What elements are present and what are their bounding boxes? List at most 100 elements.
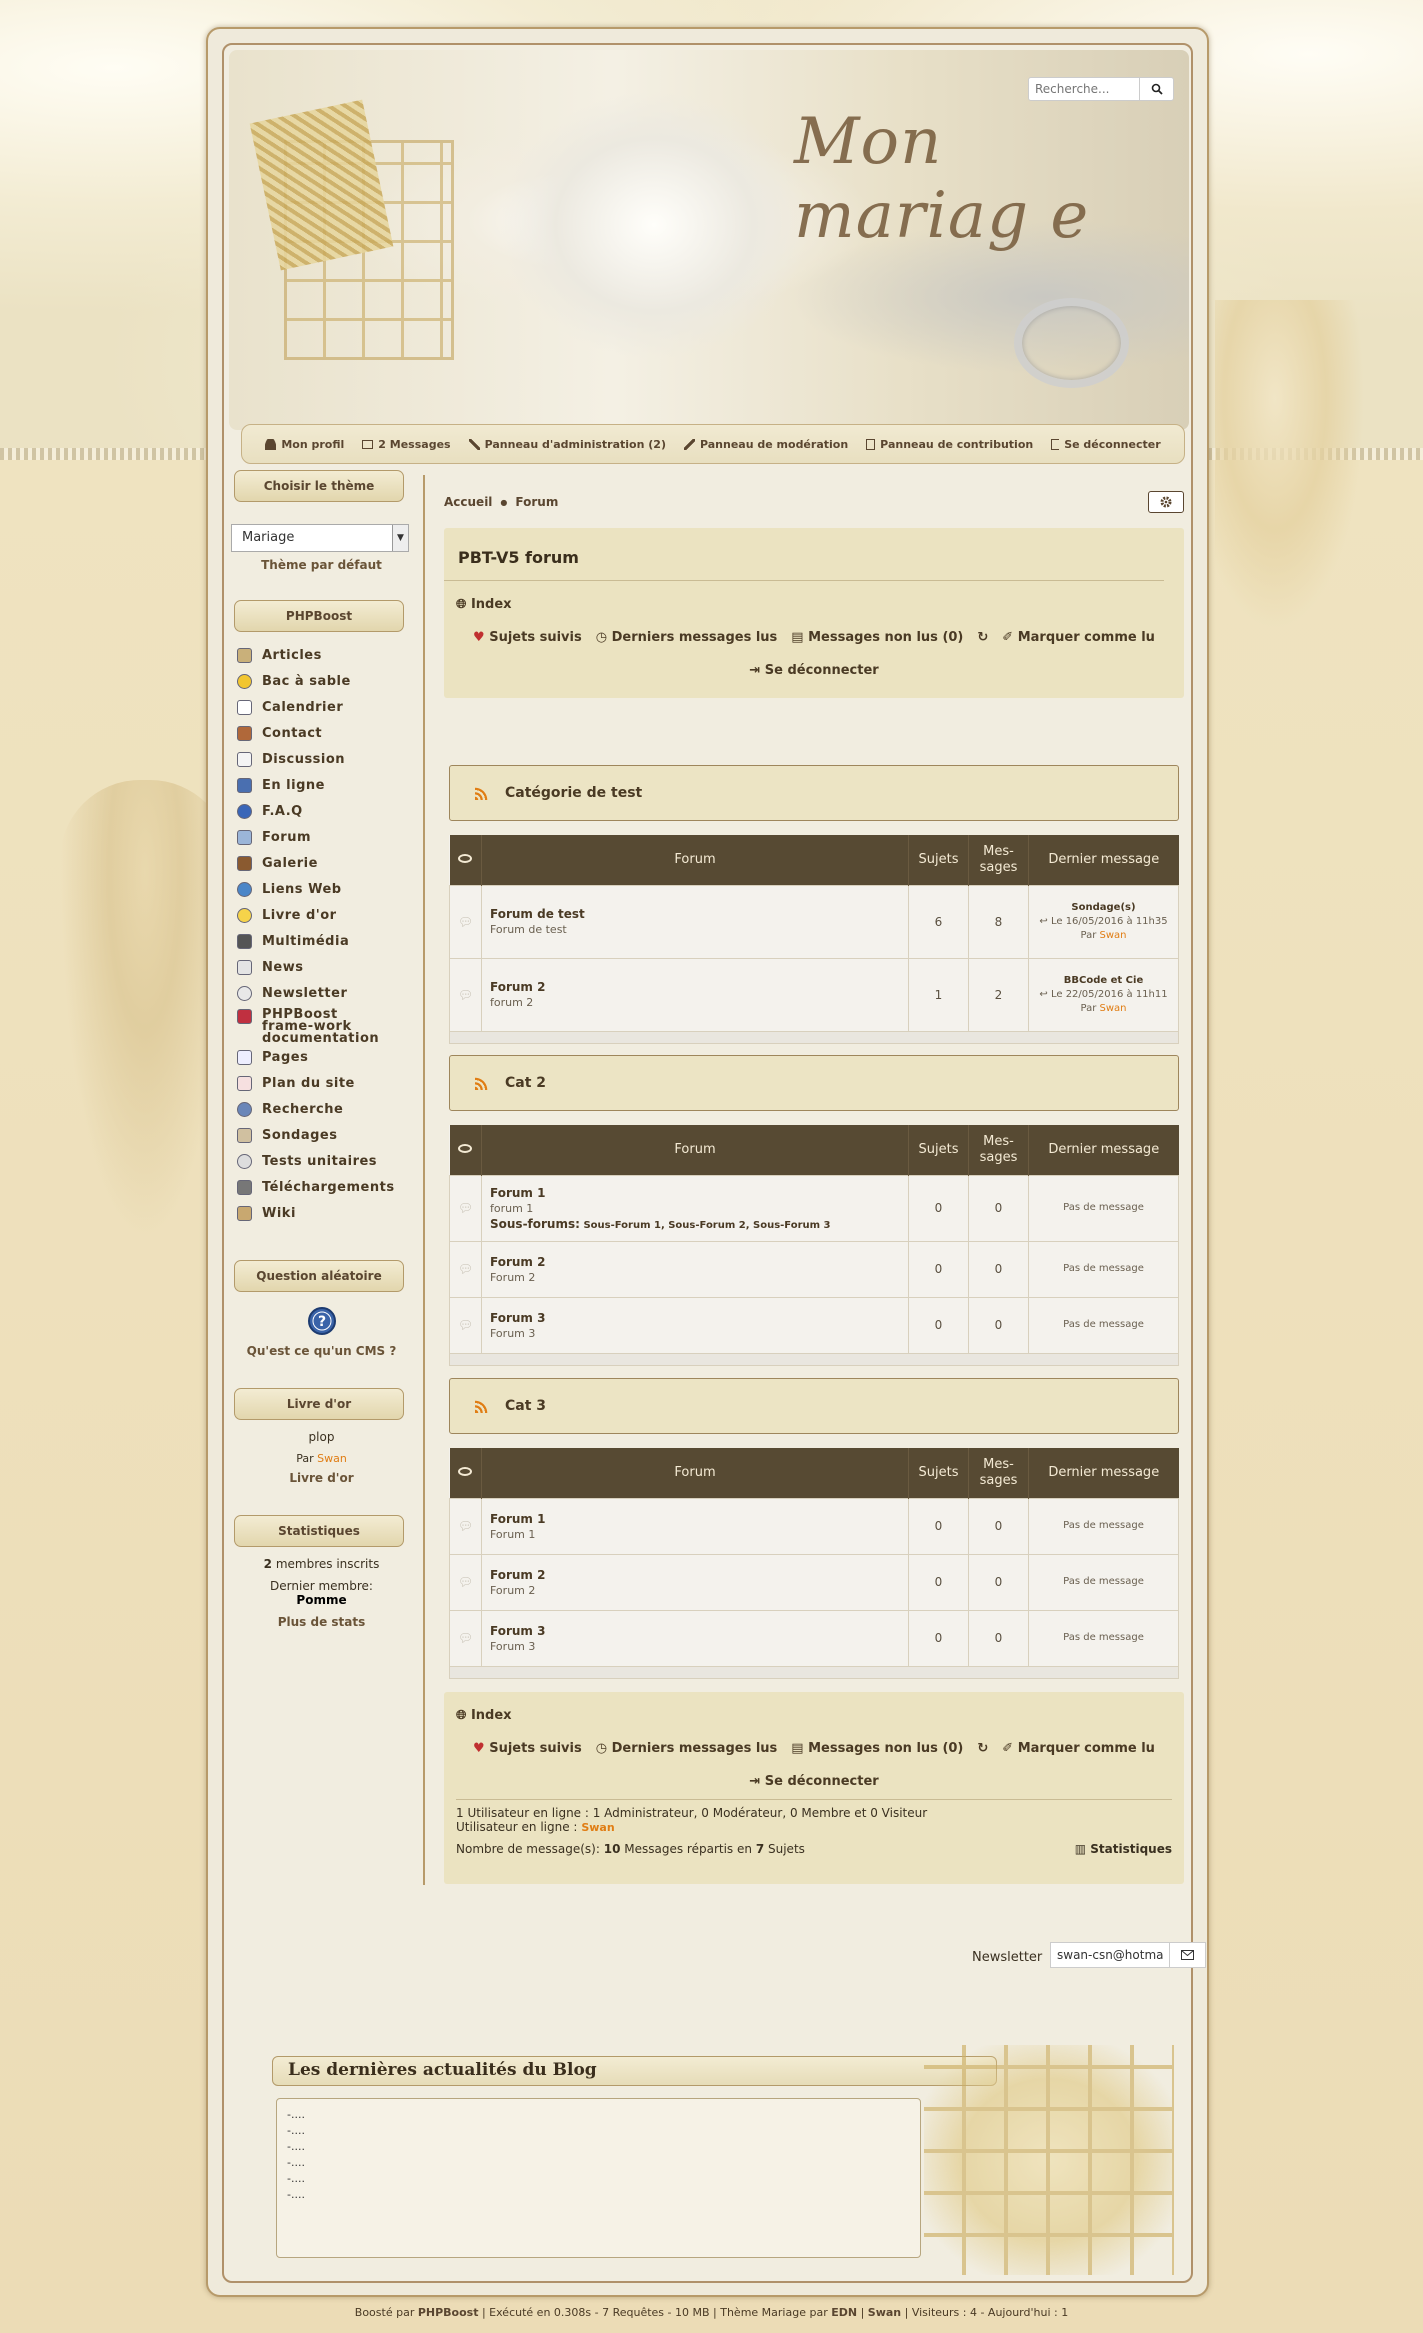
subforums-list[interactable]: Sous-Forum 1, Sous-Forum 2, Sous-Forum 3 [583, 1220, 830, 1231]
forum-name[interactable]: Forum de test [490, 907, 908, 921]
menu-item-gallery[interactable]: Galerie [234, 850, 409, 876]
forum-name[interactable]: Forum 3 [490, 1624, 908, 1638]
forum-name[interactable]: Forum 2 [490, 1255, 908, 1269]
online-users-label: Utilisateur en ligne : [456, 1820, 578, 1834]
forum-name[interactable]: Forum 1 [490, 1186, 908, 1200]
menu-item-news[interactable]: News [234, 954, 409, 980]
menu-item-framework-doc[interactable]: PHPBoost frame-work documentation [234, 1006, 409, 1045]
more-stats-link[interactable]: Plus de stats [234, 1615, 409, 1629]
last-message-title[interactable]: Sondage(s) [1071, 902, 1135, 913]
table-row[interactable]: 💬︎ Forum 3 Forum 3 0 0 Pas de message [449, 1609, 1179, 1667]
table-row[interactable]: 💬︎ Forum 3 Forum 3 0 0 Pas de message [449, 1296, 1179, 1354]
table-row[interactable]: 💬︎ Forum 2 Forum 2 0 0 Pas de message [449, 1553, 1179, 1611]
phpboost-link[interactable]: PHPBoost [418, 2306, 479, 2319]
table-row[interactable]: 💬︎ Forum 1 Forum 1 0 0 Pas de message [449, 1497, 1179, 1555]
menu-item-wiki[interactable]: Wiki [234, 1200, 409, 1226]
followed-topics-link[interactable]: ♥ Sujets suivis [473, 630, 582, 645]
menu-item-sandbox[interactable]: Bac à sable [234, 668, 409, 694]
breadcrumb-forum[interactable]: Forum [515, 495, 558, 509]
forum-name[interactable]: Forum 2 [490, 1568, 908, 1582]
refresh-icon[interactable]: ↻ [977, 1741, 988, 1756]
menu-label: Tests unitaires [262, 1153, 378, 1169]
unread-link[interactable]: ▤ Messages non lus (0) [791, 1741, 963, 1756]
guestbook-link[interactable]: Livre d'or [234, 1471, 409, 1485]
file-icon: ▤ [791, 630, 804, 645]
last-read-link[interactable]: ◷ Derniers messages lus [596, 630, 778, 645]
category-header[interactable]: Cat 3 [449, 1378, 1179, 1434]
menu-label: En ligne [262, 777, 325, 793]
logout-forum-link[interactable]: ⇥ Se déconnecter [444, 1756, 1184, 1789]
last-read-link[interactable]: ◷ Derniers messages lus [596, 1741, 778, 1756]
settings-button[interactable] [1148, 491, 1184, 513]
followed-topics-link[interactable]: ♥ Sujets suivis [473, 1741, 582, 1756]
menu-item-guestbook[interactable]: Livre d'or [234, 902, 409, 928]
swan-link[interactable]: Swan [868, 2306, 901, 2319]
last-message-user[interactable]: Swan [1100, 1003, 1127, 1014]
profile-link[interactable]: Mon profil [265, 438, 344, 451]
last-message-title[interactable]: BBCode et Cie [1064, 975, 1143, 986]
default-theme-link[interactable]: Thème par défaut [234, 558, 409, 572]
menu-item-downloads[interactable]: Téléchargements [234, 1174, 409, 1200]
mark-read-link[interactable]: ✐ Marquer comme lu [1002, 630, 1155, 645]
sign-out-icon: ⇥ [749, 663, 761, 678]
menu-item-contact[interactable]: Contact [234, 720, 409, 746]
table-row[interactable]: 💬︎ Forum 2 Forum 2 0 0 Pas de message [449, 1240, 1179, 1298]
guestbook-author[interactable]: Swan [317, 1452, 347, 1465]
theme-select[interactable]: Mariage ▼ [231, 524, 409, 552]
menu-item-forum[interactable]: Forum [234, 824, 409, 850]
logout-forum-link[interactable]: ⇥ Se déconnecter [444, 645, 1184, 678]
blog-item[interactable]: -.... [287, 2139, 910, 2155]
table-row[interactable]: 💬︎ Forum de test Forum de test 6 8 Sondag… [449, 884, 1179, 959]
menu-item-articles[interactable]: Articles [234, 642, 409, 668]
menu-item-calendar[interactable]: Calendrier [234, 694, 409, 720]
newsletter-email-input[interactable]: swan-csn@hotma [1050, 1942, 1170, 1968]
menu-item-polls[interactable]: Sondages [234, 1122, 409, 1148]
category-header[interactable]: Catégorie de test [449, 765, 1179, 821]
blog-item[interactable]: -.... [287, 2187, 910, 2203]
table-footer [449, 1352, 1179, 1366]
contribution-panel-link[interactable]: Panneau de contribution [866, 438, 1033, 451]
menu-item-discussion[interactable]: Discussion [234, 746, 409, 772]
forum-name[interactable]: Forum 3 [490, 1311, 908, 1325]
menu-item-pages[interactable]: Pages [234, 1044, 409, 1070]
blog-item[interactable]: -.... [287, 2155, 910, 2171]
guestbook-author-line: Par Swan [234, 1452, 409, 1465]
menu-item-newsletter[interactable]: Newsletter [234, 980, 409, 1006]
last-member[interactable]: Pomme [234, 1593, 409, 1607]
table-row[interactable]: 💬︎ Forum 1 forum 1 Sous-forums: Sous-Forum… [449, 1174, 1179, 1242]
search-input[interactable] [1028, 77, 1140, 101]
menu-item-sitemap[interactable]: Plan du site [234, 1070, 409, 1096]
table-row[interactable]: 💬︎ Forum 2 forum 2 1 2 BBCode et Cie ↩ Le … [449, 957, 1179, 1032]
newsletter-subscribe-button[interactable] [1170, 1942, 1206, 1968]
messages-link[interactable]: 2 Messages [362, 438, 451, 451]
forum-name[interactable]: Forum 2 [490, 980, 908, 994]
edn-link[interactable]: EDN [831, 2306, 857, 2319]
online-user[interactable]: Swan [581, 1821, 614, 1834]
menu-item-unit-tests[interactable]: Tests unitaires [234, 1148, 409, 1174]
random-question-link[interactable]: Qu'est ce qu'un CMS ? [234, 1344, 409, 1358]
search-button[interactable] [1140, 77, 1174, 101]
category-header[interactable]: Cat 2 [449, 1055, 1179, 1111]
mark-read-link[interactable]: ✐ Marquer comme lu [1002, 1741, 1155, 1756]
index-link[interactable]: 🌐︎ Index [444, 1692, 1184, 1723]
last-message-user[interactable]: Swan [1100, 930, 1127, 941]
breadcrumb-home[interactable]: Accueil [444, 495, 492, 509]
unread-link[interactable]: ▤ Messages non lus (0) [791, 630, 963, 645]
menu-item-multimedia[interactable]: Multimédia [234, 928, 409, 954]
forum-name[interactable]: Forum 1 [490, 1512, 908, 1526]
menu-item-online[interactable]: En ligne [234, 772, 409, 798]
admin-panel-link[interactable]: Panneau d'administration (2) [468, 438, 666, 451]
logout-link[interactable]: Se déconnecter [1051, 438, 1161, 451]
index-link[interactable]: 🌐︎ Index [444, 581, 1184, 612]
topics-count: 0 [908, 1240, 969, 1298]
statistics-link[interactable]: ▥ Statistiques [1075, 1842, 1172, 1856]
menu-item-weblinks[interactable]: Liens Web [234, 876, 409, 902]
blog-item[interactable]: -.... [287, 2123, 910, 2139]
site-logo[interactable]: Mon mariag e [794, 105, 1189, 253]
menu-item-faq[interactable]: F.A.Q [234, 798, 409, 824]
moderation-panel-link[interactable]: Panneau de modération [683, 438, 848, 451]
refresh-icon[interactable]: ↻ [977, 630, 988, 645]
blog-item[interactable]: -.... [287, 2107, 910, 2123]
blog-item[interactable]: -.... [287, 2171, 910, 2187]
menu-item-search[interactable]: Recherche [234, 1096, 409, 1122]
